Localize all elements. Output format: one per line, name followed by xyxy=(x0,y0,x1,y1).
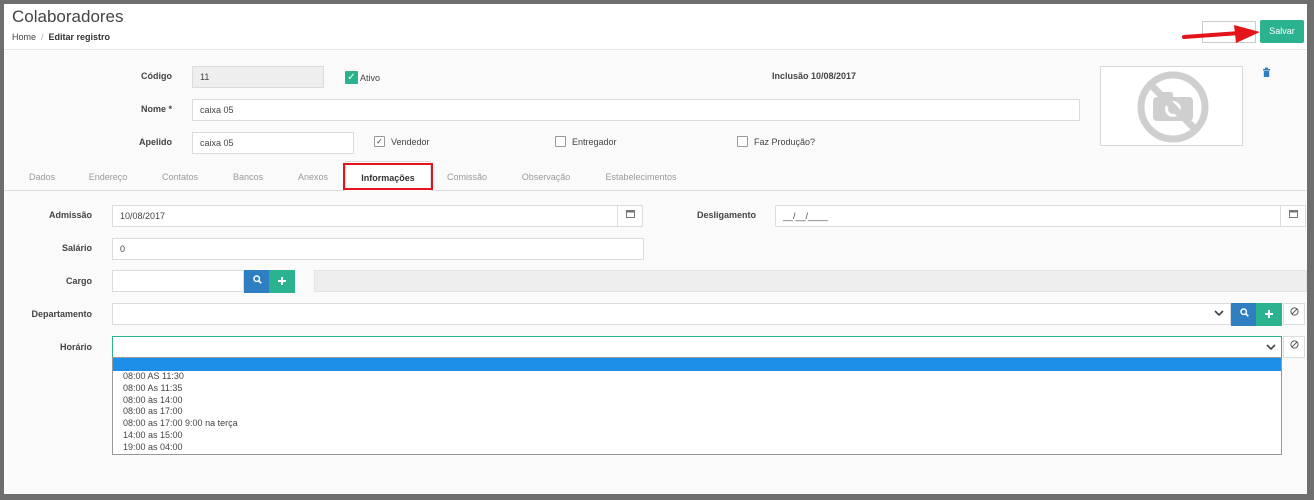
search-icon xyxy=(1239,308,1249,317)
salario-label: Salário xyxy=(61,243,92,253)
tab-observacao[interactable]: Observação xyxy=(514,161,578,191)
tab-dados[interactable]: Dados xyxy=(19,161,65,191)
breadcrumb: Home / Editar registro xyxy=(12,32,110,42)
vendedor-checkbox[interactable]: ✓ xyxy=(374,136,385,147)
horario-select[interactable] xyxy=(112,336,1282,358)
admissao-calendar-button[interactable] xyxy=(617,205,643,227)
horario-dropdown-list: 08:00 AS 11:30 08:00 As 11:35 08:00 às 1… xyxy=(112,357,1282,455)
plus-icon xyxy=(1265,310,1273,318)
dropdown-option[interactable]: 08:00 as 17:00 xyxy=(113,406,1281,418)
tab-comissao[interactable]: Comissão xyxy=(440,161,494,191)
app-window: Colaboradores Home / Editar registro Salva… xyxy=(4,4,1307,494)
breadcrumb-current: Editar registro xyxy=(48,32,111,42)
calendar-icon xyxy=(1288,210,1298,218)
page-title: Colaboradores xyxy=(12,7,124,26)
desligamento-field[interactable]: __/__/____ xyxy=(775,205,1281,227)
horario-label: Horário xyxy=(59,342,92,352)
save-button[interactable]: Salvar xyxy=(1260,20,1304,43)
codigo-field[interactable]: 11 xyxy=(192,66,324,88)
dropdown-option[interactable]: 08:00 As 11:35 xyxy=(113,383,1281,395)
admissao-field[interactable]: 10/08/2017 xyxy=(112,205,618,227)
desligamento-calendar-button[interactable] xyxy=(1280,205,1306,227)
breadcrumb-separator: / xyxy=(41,32,44,42)
form-area: Código 11 ✓ Ativo Inclusão 10/08/2017 No… xyxy=(4,51,1307,494)
tab-contatos[interactable]: Contatos xyxy=(154,161,206,191)
inclusao-text: Inclusão 10/08/2017 xyxy=(772,71,857,81)
dropdown-option[interactable]: 08:00 AS 11:30 xyxy=(113,371,1281,383)
highlight-box xyxy=(343,163,433,190)
departamento-clear-button[interactable] xyxy=(1283,303,1305,325)
entregador-checkbox[interactable] xyxy=(555,136,566,147)
departamento-label: Departamento xyxy=(31,309,92,319)
plus-icon xyxy=(278,277,286,285)
faz-producao-label: Faz Produção? xyxy=(754,137,816,147)
trash-icon[interactable] xyxy=(1262,67,1271,77)
departamento-search-button[interactable] xyxy=(1231,303,1257,326)
apelido-label: Apelido xyxy=(139,137,172,147)
search-icon xyxy=(252,275,262,284)
clear-icon xyxy=(1289,340,1299,349)
annotation-arrow xyxy=(1182,24,1262,46)
no-photo-icon xyxy=(1137,71,1209,143)
salario-field[interactable]: 0 xyxy=(112,238,644,260)
departamento-add-button[interactable] xyxy=(1256,303,1282,326)
chevron-down-icon[interactable] xyxy=(1266,343,1276,351)
dropdown-option[interactable]: 14:00 as 15:00 xyxy=(113,430,1281,442)
dropdown-option-empty[interactable] xyxy=(113,358,1281,371)
codigo-label: Código xyxy=(141,71,172,81)
ativo-label: Ativo xyxy=(360,73,381,83)
departamento-select[interactable] xyxy=(112,303,1231,325)
cargo-description-field xyxy=(314,270,1307,292)
ativo-checkbox[interactable]: ✓ xyxy=(345,71,358,84)
breadcrumb-home[interactable]: Home xyxy=(12,32,36,42)
cargo-add-button[interactable] xyxy=(269,270,295,293)
apelido-field[interactable]: caixa 05 xyxy=(192,132,354,154)
horario-clear-button[interactable] xyxy=(1283,336,1305,358)
tab-endereco[interactable]: Endereço xyxy=(83,161,133,191)
tab-anexos[interactable]: Anexos xyxy=(290,161,336,191)
cargo-label: Cargo xyxy=(65,276,92,286)
cargo-search-button[interactable] xyxy=(244,270,270,293)
calendar-icon xyxy=(625,210,635,218)
vendedor-label: Vendedor xyxy=(391,137,430,147)
nome-label: Nome * xyxy=(140,104,172,114)
tab-bancos[interactable]: Bancos xyxy=(224,161,272,191)
tab-bar: Dados Endereço Contatos Bancos Anexos In… xyxy=(4,161,1307,191)
dropdown-option[interactable]: 08:00 as 17:00 9:00 na terça xyxy=(113,418,1281,430)
cargo-field[interactable] xyxy=(112,270,244,292)
page-header: Colaboradores Home / Editar registro Salva… xyxy=(4,4,1307,50)
admissao-label: Admissão xyxy=(48,210,92,220)
photo-box[interactable] xyxy=(1100,66,1243,146)
tab-estabelecimentos[interactable]: Estabelecimentos xyxy=(598,161,684,191)
dropdown-option[interactable]: 19:00 as 04:00 xyxy=(113,442,1281,454)
nome-field[interactable]: caixa 05 xyxy=(192,99,1080,121)
dropdown-option[interactable]: 08:00 às 14:00 xyxy=(113,395,1281,407)
faz-producao-checkbox[interactable] xyxy=(737,136,748,147)
entregador-label: Entregador xyxy=(572,137,617,147)
chevron-down-icon[interactable] xyxy=(1214,309,1224,317)
desligamento-label: Desligamento xyxy=(696,210,756,220)
clear-icon xyxy=(1289,307,1299,316)
